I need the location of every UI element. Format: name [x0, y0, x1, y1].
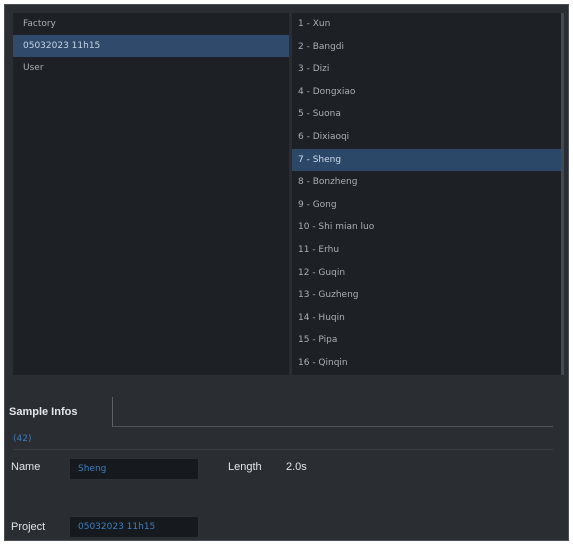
- sample-item[interactable]: 9 - Gong: [292, 194, 561, 217]
- sample-item[interactable]: 4 - Dongxiao: [292, 81, 561, 104]
- name-field[interactable]: Sheng: [69, 458, 199, 480]
- sample-item[interactable]: 11 - Erhu: [292, 239, 561, 262]
- sample-item[interactable]: 16 - Qinqin: [292, 352, 561, 375]
- tab-sample-infos[interactable]: Sample Infos: [5, 397, 113, 427]
- sample-item[interactable]: 12 - Guqin: [292, 262, 561, 285]
- sample-item[interactable]: 13 - Guzheng: [292, 284, 561, 307]
- sample-item[interactable]: 5 - Suona: [292, 103, 561, 126]
- folder-list[interactable]: Factory 05032023 11h15 User: [13, 13, 289, 375]
- tab-divider: [113, 426, 553, 427]
- sample-item[interactable]: 15 - Pipa: [292, 329, 561, 352]
- sample-list[interactable]: 1 - Xun 2 - Bangdi 3 - Dizi 4 - Dongxiao 5 -…: [292, 13, 561, 375]
- project-field[interactable]: 05032023 11h15: [69, 516, 199, 538]
- sample-item[interactable]: 8 - Bonzheng: [292, 171, 561, 194]
- sample-item[interactable]: 10 - Shi mian luo: [292, 216, 561, 239]
- project-label: Project: [11, 521, 46, 533]
- length-label: Length: [228, 461, 262, 473]
- sample-item[interactable]: 3 - Dizi: [292, 58, 561, 81]
- info-divider: [13, 449, 553, 450]
- sample-number: (42): [13, 434, 32, 444]
- sample-item[interactable]: 1 - Xun: [292, 13, 561, 36]
- name-label: Name: [11, 461, 41, 473]
- sample-list-scrollbar[interactable]: [561, 13, 564, 375]
- sample-item[interactable]: 2 - Bangdi: [292, 36, 561, 59]
- sample-item[interactable]: 14 - Huqin: [292, 307, 561, 330]
- sample-browser-window: Factory 05032023 11h15 User 1 - Xun 2 - Ban…: [4, 4, 569, 541]
- length-value: 2.0s: [286, 461, 307, 473]
- folder-item[interactable]: 05032023 11h15: [13, 35, 289, 57]
- sample-item[interactable]: 6 - Dixiaoqi: [292, 126, 561, 149]
- sample-item[interactable]: 7 - Sheng: [292, 148, 561, 172]
- folder-item[interactable]: User: [13, 57, 289, 79]
- folder-item[interactable]: Factory: [13, 13, 289, 35]
